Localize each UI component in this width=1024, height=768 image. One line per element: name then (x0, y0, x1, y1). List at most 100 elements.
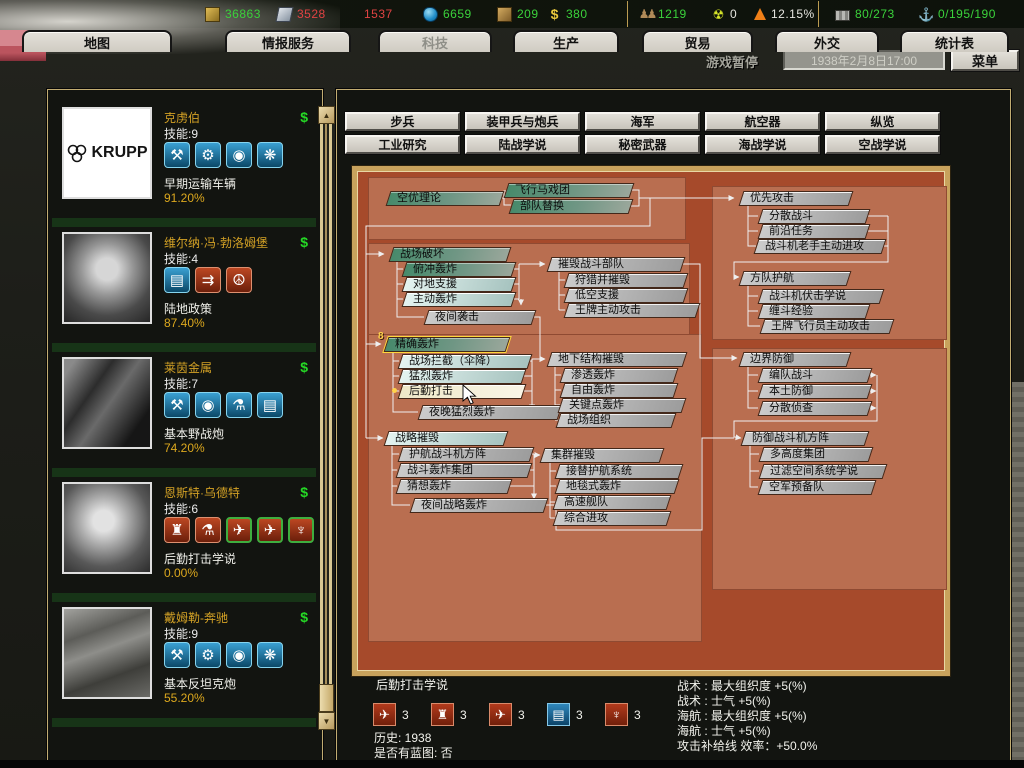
tech-node-label: 边界防御 (742, 353, 848, 366)
category-navy[interactable]: 海军 (585, 112, 700, 131)
tech-node-label: 地毯式轰炸 (558, 480, 676, 493)
tech-node[interactable]: 摧毁战斗部队 (547, 257, 686, 272)
tech-node[interactable]: 自由轰炸 (560, 383, 679, 398)
category-industry[interactable]: 工业研究 (345, 135, 460, 154)
tech-node[interactable]: 渗透轰炸 (560, 368, 679, 383)
resource-value: 0 (730, 7, 737, 21)
tech-node[interactable]: 空优理论 (386, 191, 505, 206)
tech-node[interactable]: 空军预备队 (758, 480, 877, 495)
tech-node[interactable]: 战场破坏 (389, 247, 512, 262)
tech-node[interactable]: 主动轰炸 (402, 292, 517, 307)
date-display: 1938年2月8日17:00 (783, 50, 945, 70)
tech-node[interactable]: 高速舰队 (553, 495, 672, 510)
team-name: 莱茵金属 (164, 359, 212, 376)
category-armor-artillery[interactable]: 装甲兵与炮兵 (465, 112, 580, 131)
category-naval-doctrine[interactable]: 海战学说 (705, 135, 820, 154)
tech-node[interactable]: 夜间战略轰炸 (410, 498, 549, 513)
tech-node[interactable]: 战略摧毁 (384, 431, 509, 446)
tech-node-label: 编队战斗 (761, 369, 869, 382)
tech-node[interactable]: 对地支援 (402, 277, 517, 292)
category-land-doctrine[interactable]: 陆战学说 (465, 135, 580, 154)
tech-node[interactable]: 集群摧毁 (540, 448, 665, 463)
team-funding-toggle[interactable]: $ (300, 484, 308, 500)
tech-node[interactable]: 缠斗经验 (758, 304, 871, 319)
tech-node[interactable]: 王牌飞行员主动攻击 (760, 319, 895, 334)
tech-node[interactable]: 部队替换 (509, 199, 634, 214)
tech-node[interactable]: 夜晚猛烈轰炸 (418, 405, 563, 420)
tab-diplomacy[interactable]: 外交 (775, 30, 879, 52)
resource-energy: 36863 (205, 6, 261, 22)
metal-icon (275, 7, 293, 22)
tech-node[interactable]: 战斗机伏击学说 (758, 289, 885, 304)
team-entry[interactable]: 莱茵金属技能:7⚒◉⚗▤基本野战炮74.20%$ (52, 350, 316, 468)
tech-node-label: 护航战斗机方阵 (401, 448, 531, 461)
tech-node[interactable]: 猛烈轰炸 (398, 369, 527, 384)
scroll-up-button[interactable]: ▲ (318, 106, 335, 124)
tech-node-label: 狩猎并摧毁 (567, 274, 685, 287)
tab-trade[interactable]: 贸易 (642, 30, 753, 52)
team-funding-toggle[interactable]: $ (300, 359, 308, 375)
tech-node-label: 部队替换 (512, 200, 630, 213)
category-secret-weapons[interactable]: 秘密武器 (585, 135, 700, 154)
scrollbar-thumb[interactable] (319, 684, 334, 712)
tech-node[interactable]: 综合进攻 (553, 511, 672, 526)
team-skill: 技能:4 (164, 250, 198, 267)
tech-node[interactable]: 编队战斗 (758, 368, 873, 383)
sidebar-scrollbar-track[interactable] (320, 106, 332, 712)
component-count: 3 (518, 708, 525, 722)
tech-node[interactable]: 边界防御 (739, 352, 852, 367)
resource-oil: 6659 (423, 6, 472, 22)
tech-node[interactable]: 猜想轰炸 (396, 479, 513, 494)
tech-node[interactable]: 护航战斗机方阵 (398, 447, 535, 462)
category-overview[interactable]: 纵览 (825, 112, 940, 131)
tech-node[interactable]: 过滤空间系统学说 (759, 464, 888, 479)
team-funding-toggle[interactable]: $ (300, 109, 308, 125)
scroll-down-button[interactable]: ▼ (318, 712, 335, 730)
team-entry[interactable]: 戴姆勒-奔驰技能:9⚒⚙◉❋基本反坦克炮55.20%$ (52, 600, 316, 718)
resource-rare-materials: 1537 (346, 6, 393, 22)
tech-node[interactable]: 本土防御 (758, 384, 873, 399)
tech-node-label: 夜间袭击 (427, 311, 533, 324)
team-entry[interactable]: KRUPP克虏伯技能:9⚒⚙◉❋早期运输车辆91.20%$ (52, 100, 316, 218)
tech-node[interactable]: 地下结构摧毁 (547, 352, 688, 367)
tech-node[interactable]: 前沿任务 (758, 224, 871, 239)
bottom-border (0, 760, 1024, 768)
tech-node[interactable]: 战场组织 (556, 413, 677, 428)
tech-node[interactable]: 俯冲轰炸 (402, 262, 517, 277)
category-air-doctrine[interactable]: 空战学说 (825, 135, 940, 154)
category-infantry[interactable]: 步兵 (345, 112, 460, 131)
tab-map[interactable]: 地图 (22, 30, 172, 52)
team-funding-toggle[interactable]: $ (300, 234, 308, 250)
tech-node[interactable]: 战斗机老手主动进攻 (754, 239, 887, 254)
team-skill: 技能:9 (164, 625, 198, 642)
tech-node[interactable]: 多高度集团 (759, 447, 874, 462)
tech-node[interactable]: 狩猎并摧毁 (564, 273, 689, 288)
team-funding-toggle[interactable]: $ (300, 609, 308, 625)
tech-node[interactable]: 飞行马戏团 (504, 183, 635, 198)
tech-node[interactable]: 分散侦查 (758, 401, 873, 416)
team-entry[interactable]: 维尔纳·冯·勃洛姆堡技能:4▤⇉☮陆地政策87.40%$ (52, 225, 316, 343)
category-aircraft[interactable]: 航空器 (705, 112, 820, 131)
tech-node[interactable]: 优先攻击 (739, 191, 854, 206)
tech-node[interactable]: 夜间袭击 (424, 310, 537, 325)
tab-tech[interactable]: 科技 (378, 30, 492, 52)
menu-button[interactable]: 菜单 (951, 50, 1019, 71)
team-entry[interactable]: 恩斯特·乌德特技能:6♜⚗✈✈♆后勤打击学说0.00%$ (52, 475, 316, 593)
tech-node[interactable]: 低空支援 (564, 288, 689, 303)
tech-node[interactable]: 关键点轰炸 (558, 398, 687, 413)
tech-node[interactable]: 王牌主动攻击 (564, 303, 701, 318)
tech-node[interactable]: 精确轰炸 (384, 337, 511, 352)
tech-node[interactable]: 方队护航 (739, 271, 852, 286)
tech-node[interactable]: 接替护航系统 (555, 464, 684, 479)
tech-node[interactable]: 战场拦截（伞降） (398, 354, 533, 369)
component-item: ✈3 (489, 703, 525, 726)
tech-node[interactable]: 分散战斗 (758, 209, 871, 224)
tab-production[interactable]: 生产 (513, 30, 619, 52)
tab-statistics[interactable]: 统计表 (900, 30, 1009, 52)
electronics-icon: ◉ (226, 642, 252, 668)
tech-node-label: 自由轰炸 (563, 384, 675, 397)
tech-node[interactable]: 战斗轰炸集团 (396, 463, 533, 478)
tech-node[interactable]: 地毯式轰炸 (555, 479, 680, 494)
tech-node[interactable]: 防御战斗机方阵 (741, 431, 870, 446)
tab-intel[interactable]: 情报服务 (225, 30, 351, 52)
